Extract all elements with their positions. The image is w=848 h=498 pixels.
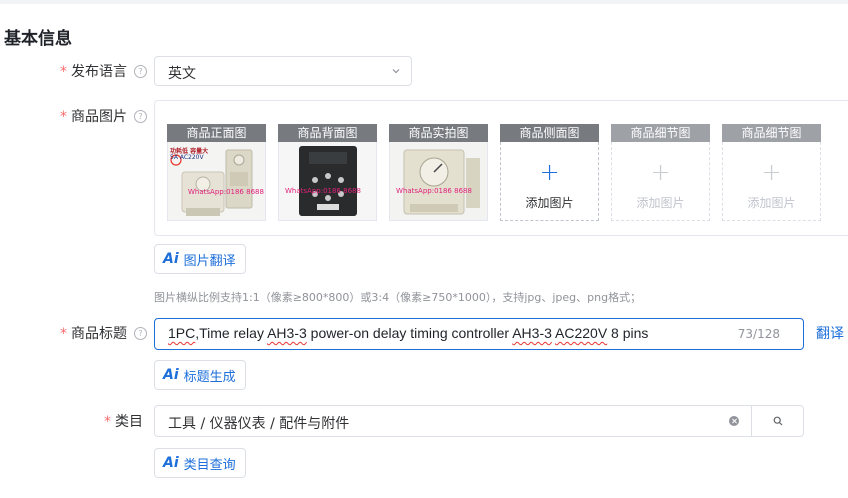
add-image-button-disabled: + 添加图片 xyxy=(611,142,710,221)
category-query-label: 类目查询 xyxy=(183,457,236,473)
help-icon[interactable]: ? xyxy=(134,327,147,340)
product-image-real[interactable]: WhatsApp:0186 8688 xyxy=(389,142,488,221)
product-image-back[interactable]: WhatsApp:0186 8688 xyxy=(278,142,377,221)
product-image-front[interactable]: 功耗低 容量大 5A AC220V WhatsApp:0186 8688 xyxy=(167,142,266,221)
title-text: AH3-3 xyxy=(267,325,307,341)
slot-caption: 商品正面图 xyxy=(167,124,266,142)
category-value: 工具 / 仪器仪表 / 配件与附件 xyxy=(168,416,350,432)
required-mark: * xyxy=(60,326,67,342)
category-query-button[interactable]: Ai 类目查询 xyxy=(154,448,246,478)
add-image-button-disabled: + 添加图片 xyxy=(722,142,821,221)
relay-photo xyxy=(279,142,376,220)
ai-icon: Ai xyxy=(163,251,179,267)
required-mark: * xyxy=(60,109,67,125)
image-slot-detail-1: 商品细节图 + 添加图片 xyxy=(611,124,710,221)
category-search-button[interactable] xyxy=(751,406,803,436)
slot-caption: 商品侧面图 xyxy=(500,124,599,142)
title-text: ,Time relay xyxy=(195,325,268,341)
slot-caption: 商品细节图 xyxy=(611,124,710,142)
image-slot-real[interactable]: 商品实拍图 WhatsApp:0186 8688 xyxy=(389,124,488,221)
required-mark: * xyxy=(60,64,67,80)
add-image-button[interactable]: + 添加图片 xyxy=(500,142,599,221)
image-slot-back[interactable]: 商品背面图 WhatsApp:0186 8688 xyxy=(278,124,377,221)
image-slot-side[interactable]: 商品侧面图 + 添加图片 xyxy=(500,124,599,221)
add-image-label: 添加图片 xyxy=(747,196,796,210)
image-translate-label: 图片翻译 xyxy=(183,253,236,269)
title-text: 1PC xyxy=(168,325,196,341)
title-label-text: 商品标题 xyxy=(71,326,127,342)
plus-icon: + xyxy=(650,158,671,186)
image-slot-front[interactable]: 商品正面图 功耗低 容量大 5A AC220V WhatsApp:0186 86… xyxy=(167,124,266,221)
image-hint: 图片横纵比例支持1:1（像素≥800*800）或3:4（像素≥750*1000）… xyxy=(154,291,642,304)
title-input[interactable]: 1PC,Time relay AH3-3 power-on delay timi… xyxy=(154,318,804,350)
plus-icon: + xyxy=(761,158,782,186)
search-icon xyxy=(773,416,783,426)
clear-icon[interactable] xyxy=(729,416,739,426)
image-translate-button[interactable]: Ai 图片翻译 xyxy=(154,244,246,274)
watermark: WhatsApp:0186 8688 xyxy=(285,187,361,195)
language-value: 英文 xyxy=(168,66,196,82)
title-text: 8 pins xyxy=(607,325,649,341)
language-label: * 发布语言 xyxy=(60,61,127,81)
relay-photo xyxy=(390,142,487,220)
watermark: WhatsApp:0186 8688 xyxy=(396,187,472,195)
title-char-counter: 73/128 xyxy=(737,327,780,341)
help-icon[interactable]: ? xyxy=(134,65,147,78)
category-label: * 类目 xyxy=(104,411,143,431)
ai-icon: Ai xyxy=(163,367,179,383)
slot-caption: 商品背面图 xyxy=(278,124,377,142)
image-slot-detail-2: 商品细节图 + 添加图片 xyxy=(722,124,821,221)
images-label-text: 商品图片 xyxy=(71,109,127,125)
top-divider xyxy=(0,0,848,4)
translate-link[interactable]: 翻译 xyxy=(816,323,844,343)
language-select[interactable]: 英文 xyxy=(154,56,412,86)
title-text: AH3-3 xyxy=(512,325,552,341)
chevron-down-icon xyxy=(392,69,400,74)
category-label-text: 类目 xyxy=(115,414,143,430)
image-text: 5A AC220V xyxy=(170,154,204,161)
help-icon[interactable]: ? xyxy=(134,110,147,123)
title-text: power-on delay timing controller xyxy=(306,325,513,341)
add-image-label: 添加图片 xyxy=(525,196,574,210)
title-text: AC220V xyxy=(555,325,608,341)
plus-icon: + xyxy=(539,158,560,186)
required-mark: * xyxy=(104,414,111,430)
title-value: 1PC,Time relay AH3-3 power-on delay timi… xyxy=(168,325,648,341)
add-image-label: 添加图片 xyxy=(636,196,685,210)
title-generate-button[interactable]: Ai 标题生成 xyxy=(154,360,246,390)
images-label: * 商品图片 xyxy=(60,106,127,126)
language-label-text: 发布语言 xyxy=(71,64,127,80)
slot-caption: 商品实拍图 xyxy=(389,124,488,142)
slot-caption: 商品细节图 xyxy=(722,124,821,142)
section-title: 基本信息 xyxy=(4,29,72,49)
title-generate-label: 标题生成 xyxy=(183,369,236,385)
title-label: * 商品标题 xyxy=(60,323,127,343)
watermark: WhatsApp:0186 8688 xyxy=(188,188,264,196)
category-input[interactable]: 工具 / 仪器仪表 / 配件与附件 xyxy=(154,405,804,437)
ai-icon: Ai xyxy=(163,455,179,471)
